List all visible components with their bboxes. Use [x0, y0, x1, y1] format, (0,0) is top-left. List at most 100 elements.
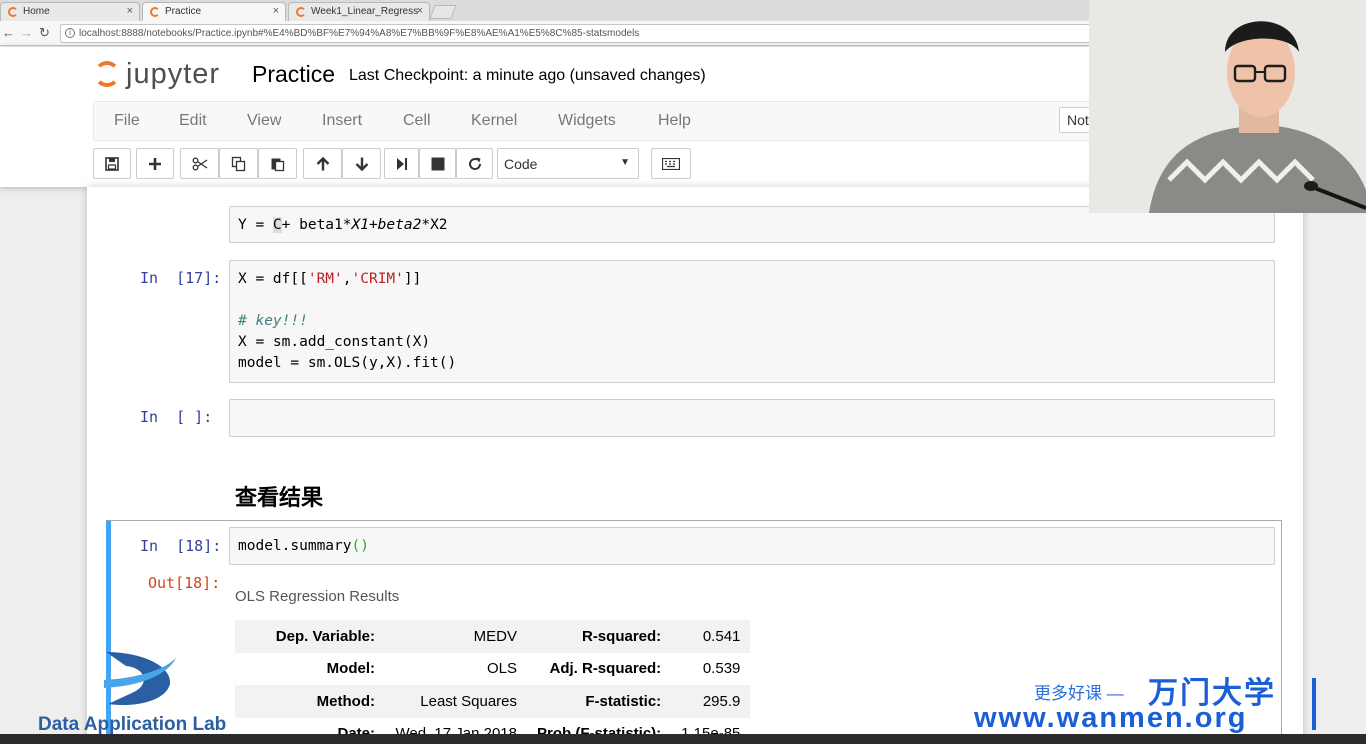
- close-icon[interactable]: ×: [417, 5, 423, 17]
- tab-practice[interactable]: Practice ×: [142, 2, 286, 21]
- menu-widgets[interactable]: Widgets: [558, 112, 616, 130]
- reload-icon[interactable]: ↻: [39, 25, 50, 41]
- cell-type-select[interactable]: Code ▼: [497, 148, 639, 179]
- tab-title: Week1_Linear_Regress: [311, 6, 419, 17]
- jupyter-favicon-icon: [150, 7, 160, 17]
- ols-summary-table: Dep. Variable: MEDV R-squared: 0.541 Mod…: [235, 620, 751, 744]
- new-tab-button[interactable]: [429, 5, 457, 19]
- menu-view[interactable]: View: [247, 112, 281, 130]
- wanmen-url: www.wanmen.org: [974, 702, 1248, 734]
- formula-text: Y =: [238, 217, 273, 233]
- formula-text: *X1+beta2*: [342, 217, 431, 233]
- save-button[interactable]: [93, 148, 131, 179]
- code-text: ,: [342, 271, 352, 287]
- stop-icon: [431, 157, 444, 170]
- copy-icon: [231, 156, 245, 171]
- stat-value: Least Squares: [385, 685, 527, 718]
- caret-down-icon: ▼: [620, 157, 630, 168]
- close-icon[interactable]: ×: [273, 5, 279, 17]
- save-icon: [105, 156, 119, 171]
- tab-title: Home: [23, 6, 50, 17]
- table-row: Model: OLS Adj. R-squared: 0.539: [235, 653, 750, 686]
- formula-text: X2: [430, 217, 448, 233]
- paste-button[interactable]: [258, 148, 297, 179]
- insert-cell-button[interactable]: [136, 148, 174, 179]
- restart-button[interactable]: [456, 148, 493, 179]
- stat-label: Dep. Variable:: [235, 620, 385, 653]
- notebook-container: Y = C+ beta1*X1+beta2*X2 In [17]: X = df…: [87, 187, 1303, 744]
- code-text: X = sm.add_constant(X): [238, 334, 431, 350]
- input-prompt: In [ ]:: [140, 408, 213, 426]
- jupyter-logo-icon: [94, 61, 120, 87]
- forward-icon[interactable]: →: [20, 25, 33, 40]
- step-forward-icon: [396, 157, 407, 170]
- code-text: X = df[[: [238, 271, 308, 287]
- scissors-icon: [192, 157, 207, 170]
- code-string: 'RM': [307, 271, 343, 287]
- back-icon[interactable]: ←: [2, 25, 15, 40]
- close-icon[interactable]: ×: [127, 5, 133, 17]
- cell-type-value: Code: [504, 156, 538, 172]
- ols-results-title: OLS Regression Results: [235, 588, 400, 605]
- table-row: Method: Least Squares F-statistic: 295.9: [235, 685, 751, 718]
- command-palette-button[interactable]: [651, 148, 691, 179]
- plus-icon: [149, 157, 161, 170]
- menu-edit[interactable]: Edit: [179, 112, 207, 130]
- checkpoint-status: Last Checkpoint: a minute ago (unsaved c…: [349, 67, 706, 84]
- presenter-video-image: [1089, 0, 1366, 213]
- keyboard-icon: [662, 157, 680, 170]
- stat-label: Adj. R-squared:: [549, 660, 662, 678]
- stat-value: OLS: [486, 660, 517, 678]
- refresh-icon: [468, 157, 481, 170]
- move-up-button[interactable]: [303, 148, 342, 179]
- stat-value: 0.539: [702, 660, 741, 678]
- input-prompt: In [18]:: [140, 537, 222, 555]
- empty-code-cell[interactable]: [229, 399, 1275, 437]
- jupyter-favicon-icon: [296, 7, 306, 17]
- code-string: 'CRIM': [351, 271, 404, 287]
- code-cell-17[interactable]: X = df[['RM','CRIM']] # key!!! X = sm.ad…: [229, 260, 1275, 383]
- logo-text: jupyter: [126, 58, 221, 90]
- stat-label: F-statistic:: [527, 685, 672, 718]
- jupyter-logo[interactable]: jupyter: [92, 55, 232, 95]
- stat-label: R-squared:: [527, 620, 672, 653]
- text-cursor: C: [272, 217, 282, 233]
- tab-week1[interactable]: Week1_Linear_Regress ×: [288, 2, 430, 21]
- output-prompt: Out[18]:: [148, 574, 221, 592]
- menu-cell[interactable]: Cell: [403, 112, 431, 130]
- code-cell-18[interactable]: model.summary(): [229, 527, 1275, 565]
- arrow-up-icon: [316, 156, 329, 170]
- stat-value: MEDV: [385, 620, 527, 653]
- menu-kernel[interactable]: Kernel: [471, 112, 517, 130]
- code-text: model = sm.OLS(y,X).fit(): [238, 355, 457, 371]
- url-text: localhost:8888/notebooks/Practice.ipynb#…: [79, 28, 640, 39]
- tab-title: Practice: [165, 6, 202, 17]
- lab-logo-icon: [104, 652, 176, 706]
- copy-button[interactable]: [219, 148, 258, 179]
- code-text: model.summary: [238, 538, 352, 554]
- video-player-bar[interactable]: [0, 734, 1366, 744]
- stat-value: 295.9: [671, 685, 751, 718]
- url-input[interactable]: i localhost:8888/notebooks/Practice.ipyn…: [60, 24, 1100, 43]
- section-heading: 查看结果: [235, 485, 324, 510]
- interrupt-button[interactable]: [419, 148, 456, 179]
- run-button[interactable]: [384, 148, 419, 179]
- tab-home[interactable]: Home ×: [0, 2, 140, 21]
- table-row: Dep. Variable: MEDV R-squared: 0.541: [235, 620, 751, 653]
- menu-file[interactable]: File: [114, 112, 140, 130]
- arrow-down-icon: [355, 157, 368, 171]
- jupyter-favicon-icon: [8, 7, 18, 17]
- notebook-name[interactable]: Practice: [252, 61, 335, 88]
- menu-bar: File Edit View Insert Cell Kernel Widget…: [93, 101, 1103, 141]
- menu-insert[interactable]: Insert: [322, 112, 362, 130]
- webcam-overlay: [1089, 0, 1366, 213]
- menu-help[interactable]: Help: [658, 112, 691, 130]
- cut-button[interactable]: [180, 148, 219, 179]
- input-prompt: In [17]:: [140, 269, 222, 287]
- stat-label: Method:: [235, 685, 385, 718]
- paste-icon: [271, 158, 284, 171]
- code-parens: (): [351, 538, 369, 554]
- info-icon[interactable]: i: [65, 28, 75, 38]
- move-down-button[interactable]: [342, 148, 381, 179]
- stat-label: Model:: [326, 660, 375, 678]
